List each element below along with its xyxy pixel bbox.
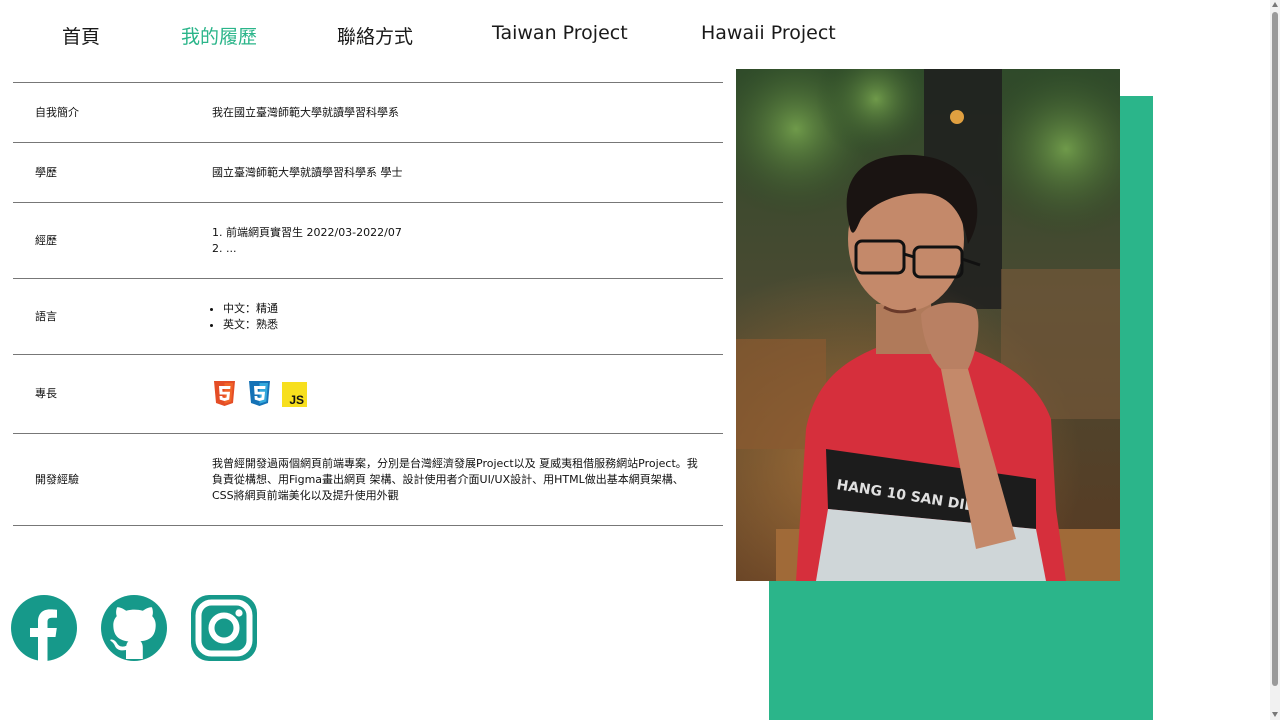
- skill-icons: JS: [212, 381, 705, 407]
- resume-row-experience: 經歷 1. 前端網頁實習生 2022/03-2022/07 2. ...: [13, 203, 723, 279]
- social-links: [11, 595, 257, 661]
- row-value: 我曾經開發過兩個網頁前端專案，分別是台灣經濟發展Project以及 夏威夷租借服…: [212, 456, 698, 502]
- row-value: 國立臺灣師範大學就讀學習科學系 學士: [212, 165, 403, 179]
- resume-row-intro: 自我簡介 我在國立臺灣師範大學就讀學習科學系: [13, 83, 723, 143]
- language-item: 英文：熟悉: [223, 317, 705, 333]
- row-label: 學歷: [35, 165, 57, 179]
- resume-table: 自我簡介 我在國立臺灣師範大學就讀學習科學系 學歷 國立臺灣師範大學就讀學習科學…: [13, 82, 723, 526]
- javascript-icon: JS: [282, 381, 307, 407]
- language-list: 中文：精通 英文：熟悉: [212, 301, 705, 333]
- js-icon-text: JS: [289, 393, 304, 407]
- nav-item-hawaii-project[interactable]: Hawaii Project: [701, 22, 836, 44]
- row-label: 開發經驗: [35, 472, 79, 486]
- experience-line: 2. ...: [212, 241, 237, 255]
- profile-photo: HANG 10 SAN DIE: [736, 69, 1120, 581]
- facebook-icon[interactable]: [11, 595, 77, 661]
- resume-row-skills: 專長 JS: [13, 355, 723, 434]
- github-icon[interactable]: [101, 595, 167, 661]
- nav-item-contact[interactable]: 聯絡方式: [337, 22, 413, 49]
- scroll-up-arrow-icon[interactable]: [1272, 2, 1278, 7]
- row-label: 經歷: [35, 233, 57, 247]
- row-value: 中文：精通 英文：熟悉: [212, 301, 723, 333]
- row-value: 1. 前端網頁實習生 2022/03-2022/07 2. ...: [212, 225, 723, 257]
- resume-row-dev-experience: 開發經驗 我曾經開發過兩個網頁前端專案，分別是台灣經濟發展Project以及 夏…: [13, 434, 723, 526]
- top-nav: 首頁 我的履歷 聯絡方式 Taiwan Project Hawaii Proje…: [0, 22, 900, 52]
- experience-line: 1. 前端網頁實習生 2022/03-2022/07: [212, 225, 402, 239]
- html5-icon: [214, 381, 235, 406]
- nav-item-home[interactable]: 首頁: [62, 22, 100, 49]
- vertical-scrollbar[interactable]: [1270, 0, 1280, 720]
- row-value: 我在國立臺灣師範大學就讀學習科學系: [212, 105, 399, 119]
- instagram-icon[interactable]: [191, 595, 257, 661]
- resume-row-language: 語言 中文：精通 英文：熟悉: [13, 279, 723, 355]
- language-item: 中文：精通: [223, 301, 705, 317]
- row-label: 語言: [35, 309, 57, 323]
- css3-icon: [249, 381, 270, 406]
- row-label: 自我簡介: [35, 105, 79, 119]
- resume-row-education: 學歷 國立臺灣師範大學就讀學習科學系 學士: [13, 143, 723, 203]
- row-value: JS: [212, 381, 723, 407]
- scrollbar-thumb[interactable]: [1272, 12, 1278, 686]
- scroll-down-arrow-icon[interactable]: [1272, 712, 1278, 717]
- nav-item-taiwan-project[interactable]: Taiwan Project: [492, 22, 628, 44]
- row-label: 專長: [35, 387, 57, 400]
- nav-item-resume[interactable]: 我的履歷: [181, 22, 257, 49]
